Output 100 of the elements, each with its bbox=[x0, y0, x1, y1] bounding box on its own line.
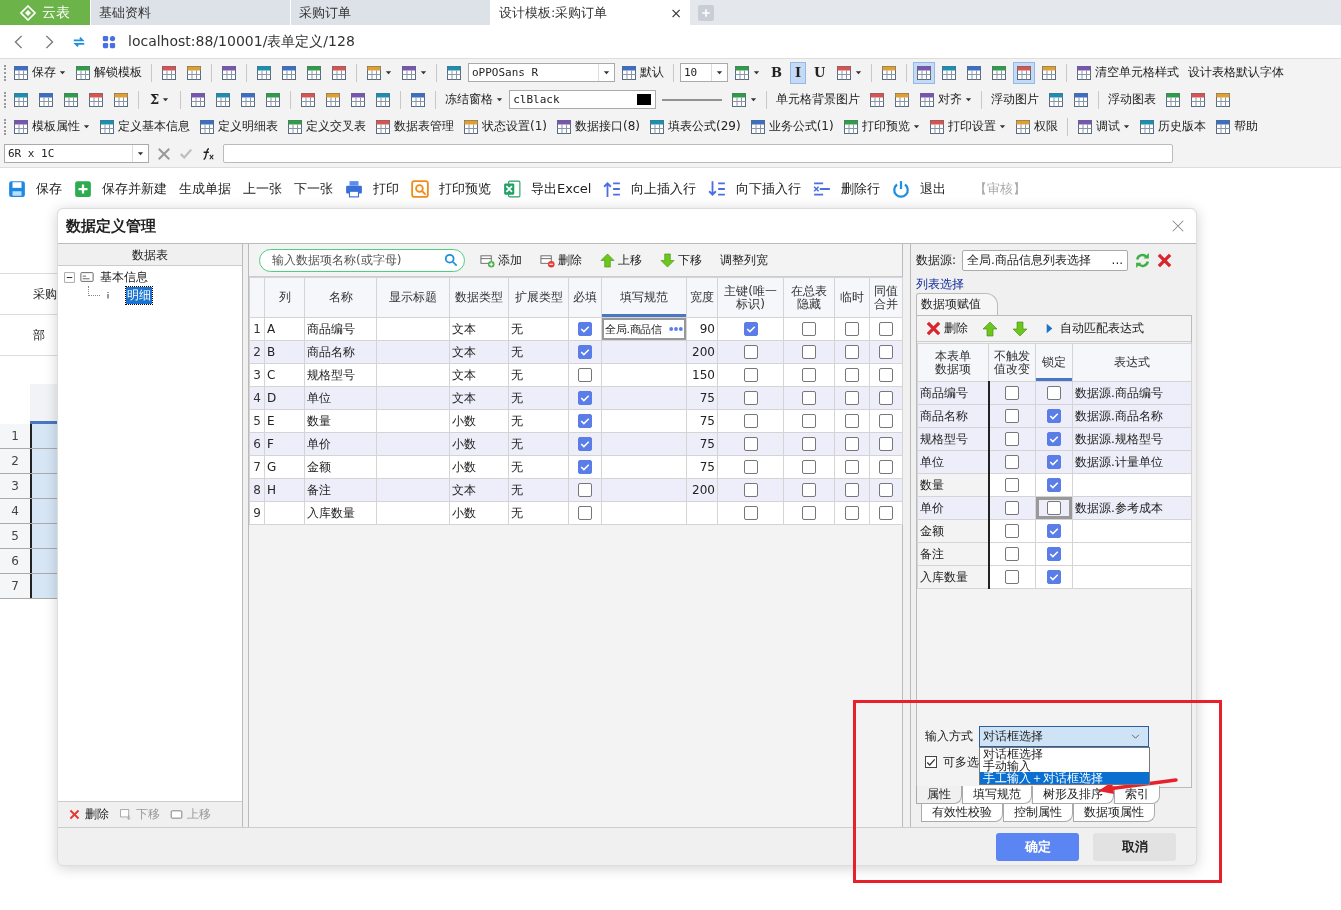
column-header[interactable]: 本表单数据项 bbox=[917, 343, 989, 382]
toolbar-button[interactable]: 业务公式(1) bbox=[746, 115, 837, 138]
action-button[interactable]: 向上插入行 bbox=[603, 180, 709, 198]
column-header[interactable]: 不触发值改变 bbox=[988, 343, 1036, 382]
column-header[interactable]: 名称 bbox=[304, 277, 377, 318]
checkbox[interactable] bbox=[802, 368, 816, 383]
checkbox[interactable] bbox=[578, 414, 592, 429]
checkbox[interactable] bbox=[1005, 501, 1020, 516]
close-icon[interactable] bbox=[1172, 220, 1184, 232]
toolbar-button[interactable]: 自动匹配表达式 bbox=[1039, 317, 1147, 340]
checkbox[interactable] bbox=[578, 368, 592, 383]
checkbox[interactable] bbox=[879, 391, 893, 406]
panel-tab[interactable]: 索引 bbox=[1114, 786, 1160, 804]
browser-tab[interactable]: 设计模板:采购订单 × bbox=[490, 0, 690, 25]
checkbox[interactable] bbox=[1005, 547, 1020, 562]
tree-item[interactable]: 基本信息 bbox=[99, 268, 149, 286]
column-header[interactable]: 宽度 bbox=[686, 277, 718, 318]
checkbox[interactable] bbox=[845, 483, 859, 498]
toolbar-button[interactable]: 保存 bbox=[10, 61, 69, 84]
checkbox[interactable] bbox=[802, 391, 816, 406]
action-button[interactable]: 上一张 bbox=[243, 180, 294, 198]
dropdown-option[interactable]: 手工输入＋对话框选择 bbox=[980, 771, 1149, 784]
checkbox[interactable] bbox=[578, 391, 592, 406]
checkbox[interactable] bbox=[802, 506, 816, 521]
toolbar-button[interactable]: 数据接口(8) bbox=[553, 115, 643, 138]
toolbar-button[interactable]: 添加 bbox=[477, 249, 525, 271]
toolbar-button[interactable]: 浮动图片 bbox=[988, 88, 1043, 111]
formula-field[interactable] bbox=[223, 144, 1173, 163]
toolbar-button[interactable]: 对齐 bbox=[916, 88, 976, 111]
column-header[interactable]: 显示标题 bbox=[376, 277, 450, 318]
check-icon[interactable] bbox=[179, 146, 193, 161]
checkbox[interactable] bbox=[845, 460, 859, 475]
checkbox[interactable] bbox=[1005, 570, 1020, 585]
action-button[interactable]: 打印 bbox=[345, 180, 411, 198]
checkbox[interactable] bbox=[879, 368, 893, 383]
input-mode-combo[interactable]: 对话框选择 bbox=[979, 725, 1149, 747]
checkbox[interactable] bbox=[879, 483, 893, 498]
checkbox[interactable] bbox=[1047, 432, 1061, 447]
checkbox[interactable] bbox=[845, 322, 859, 337]
browser-tab[interactable]: 基础资料 bbox=[90, 0, 290, 25]
checkbox[interactable] bbox=[578, 322, 592, 337]
checkbox[interactable] bbox=[879, 414, 893, 429]
font-combo[interactable]: 10 bbox=[680, 63, 728, 82]
checkbox[interactable] bbox=[802, 414, 816, 429]
color-combo[interactable]: clBlack bbox=[509, 90, 657, 109]
font-combo[interactable]: oPPOSans R bbox=[468, 63, 615, 82]
checkbox[interactable] bbox=[845, 506, 859, 521]
checkbox[interactable] bbox=[1047, 524, 1061, 539]
toolbar-button[interactable]: 上移 bbox=[597, 249, 645, 271]
checkbox[interactable] bbox=[578, 345, 592, 360]
toolbar-button[interactable]: 删除 bbox=[923, 317, 971, 340]
dropdown-option[interactable]: 对话框选择 bbox=[980, 747, 1149, 760]
column-header[interactable]: 列 bbox=[264, 277, 305, 318]
column-header[interactable]: 数据类型 bbox=[449, 277, 509, 318]
checkbox[interactable] bbox=[879, 437, 893, 452]
toolbar-button[interactable]: 下移 bbox=[657, 249, 705, 271]
toolbar-button[interactable]: 解锁模板 bbox=[72, 61, 145, 84]
checkbox[interactable] bbox=[1047, 547, 1061, 562]
checkbox[interactable] bbox=[1047, 386, 1061, 401]
checkbox[interactable] bbox=[1005, 386, 1020, 401]
checkbox[interactable] bbox=[743, 460, 758, 475]
name-box[interactable]: 6R x 1C bbox=[4, 144, 149, 163]
checkbox[interactable] bbox=[802, 322, 816, 337]
source-field[interactable]: 全局.商品信息列表选择 ... bbox=[962, 249, 1129, 271]
toolbar-button[interactable]: 模板属性 bbox=[10, 115, 93, 138]
checkbox[interactable] bbox=[925, 756, 937, 768]
toolbar-button[interactable]: 状态设置(1) bbox=[460, 115, 550, 138]
action-button[interactable]: 退出 bbox=[892, 180, 959, 198]
format-button[interactable]: U bbox=[809, 61, 831, 84]
toolbar-button[interactable]: 单元格背景图片 bbox=[773, 88, 864, 111]
checkbox[interactable] bbox=[802, 437, 816, 452]
checkbox[interactable] bbox=[845, 345, 859, 360]
checkbox[interactable] bbox=[879, 460, 893, 475]
checkbox[interactable] bbox=[802, 483, 816, 498]
checkbox[interactable] bbox=[879, 322, 893, 337]
reload-icon[interactable] bbox=[72, 34, 86, 49]
column-header[interactable]: 锁定 bbox=[1035, 343, 1073, 382]
checkbox[interactable] bbox=[879, 506, 893, 521]
toolbar-button[interactable]: 浮动图表 bbox=[1105, 88, 1160, 111]
panel-tab[interactable]: 控制属性 bbox=[1003, 804, 1073, 822]
checkbox[interactable] bbox=[578, 460, 592, 475]
icon-button[interactable] bbox=[913, 61, 936, 84]
toolbar-button[interactable]: 删除 bbox=[537, 249, 585, 271]
checkbox[interactable] bbox=[1005, 478, 1020, 493]
toolbar-button[interactable]: 定义基本信息 bbox=[96, 115, 193, 138]
function-icon[interactable] bbox=[201, 146, 215, 161]
action-button[interactable]: 打印预览 bbox=[411, 180, 503, 198]
column-header[interactable]: 填写规范 bbox=[601, 277, 687, 318]
toolbar-button[interactable]: 权限 bbox=[1011, 115, 1061, 138]
checkbox[interactable] bbox=[845, 368, 859, 383]
checkbox[interactable] bbox=[743, 483, 758, 498]
format-button[interactable]: Σ bbox=[145, 88, 175, 111]
format-button[interactable]: B bbox=[766, 61, 787, 84]
column-header[interactable]: 主键(唯一标识) bbox=[717, 277, 784, 318]
checkbox[interactable] bbox=[802, 345, 816, 360]
dropdown-option[interactable]: 手动输入 bbox=[980, 759, 1149, 772]
checkbox[interactable] bbox=[743, 322, 758, 337]
checkbox[interactable] bbox=[743, 391, 758, 406]
checkbox[interactable] bbox=[1005, 409, 1020, 424]
more-icon[interactable] bbox=[669, 325, 683, 333]
